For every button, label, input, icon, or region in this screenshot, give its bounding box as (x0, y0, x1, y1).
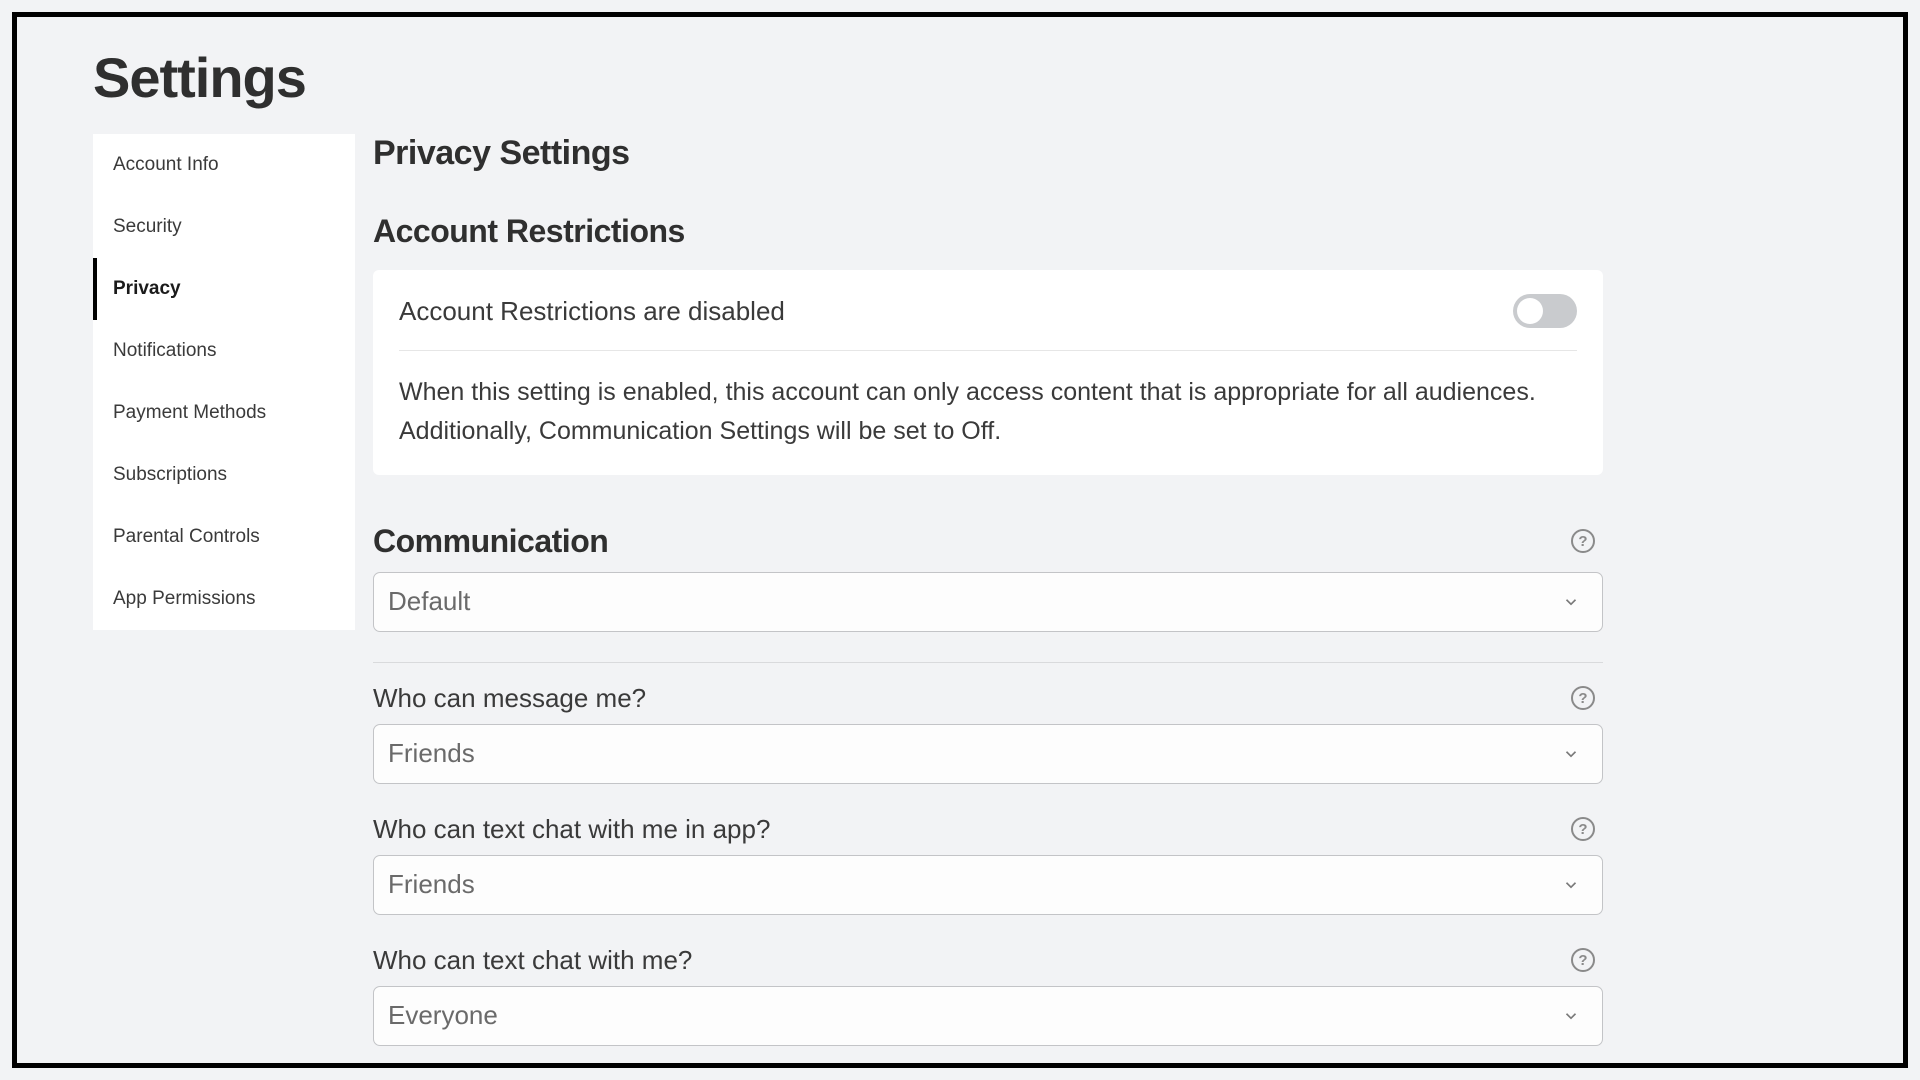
who-can-message-value: Friends (388, 738, 475, 769)
help-icon[interactable]: ? (1571, 817, 1595, 841)
chevron-down-icon (1562, 593, 1580, 611)
chevron-down-icon (1562, 1007, 1580, 1025)
help-icon[interactable]: ? (1571, 686, 1595, 710)
sidebar-item-privacy[interactable]: Privacy (93, 258, 355, 320)
communication-heading: Communication (373, 523, 608, 560)
page-title: Settings (17, 17, 1903, 134)
toggle-knob (1517, 298, 1543, 324)
settings-sidebar: Account Info Security Privacy Notificati… (93, 134, 355, 630)
who-can-message-select[interactable]: Friends (373, 724, 1603, 784)
who-can-message-label: Who can message me? (373, 683, 646, 714)
communication-select-value: Default (388, 586, 470, 617)
privacy-settings-heading: Privacy Settings (373, 134, 1603, 173)
who-can-chat-select[interactable]: Everyone (373, 986, 1603, 1046)
who-can-chat-in-app-value: Friends (388, 869, 475, 900)
account-restrictions-card: Account Restrictions are disabled When t… (373, 270, 1603, 475)
divider (373, 662, 1603, 663)
sidebar-item-account-info[interactable]: Account Info (93, 134, 355, 196)
sidebar-item-subscriptions[interactable]: Subscriptions (93, 444, 355, 506)
sidebar-item-notifications[interactable]: Notifications (93, 320, 355, 382)
account-restrictions-status: Account Restrictions are disabled (399, 296, 785, 327)
account-restrictions-toggle[interactable] (1513, 294, 1577, 328)
account-restrictions-heading: Account Restrictions (373, 213, 1603, 250)
main-content: Privacy Settings Account Restrictions Ac… (373, 134, 1643, 1040)
communication-select[interactable]: Default (373, 572, 1603, 632)
sidebar-item-app-permissions[interactable]: App Permissions (93, 568, 355, 630)
who-can-chat-in-app-label: Who can text chat with me in app? (373, 814, 770, 845)
who-can-chat-value: Everyone (388, 1000, 498, 1031)
help-icon[interactable]: ? (1571, 948, 1595, 972)
who-can-chat-label: Who can text chat with me? (373, 945, 692, 976)
chevron-down-icon (1562, 745, 1580, 763)
sidebar-item-security[interactable]: Security (93, 196, 355, 258)
account-restrictions-description: When this setting is enabled, this accou… (399, 351, 1577, 451)
who-can-chat-in-app-select[interactable]: Friends (373, 855, 1603, 915)
help-icon[interactable]: ? (1571, 529, 1595, 553)
sidebar-item-payment-methods[interactable]: Payment Methods (93, 382, 355, 444)
sidebar-item-parental-controls[interactable]: Parental Controls (93, 506, 355, 568)
chevron-down-icon (1562, 876, 1580, 894)
